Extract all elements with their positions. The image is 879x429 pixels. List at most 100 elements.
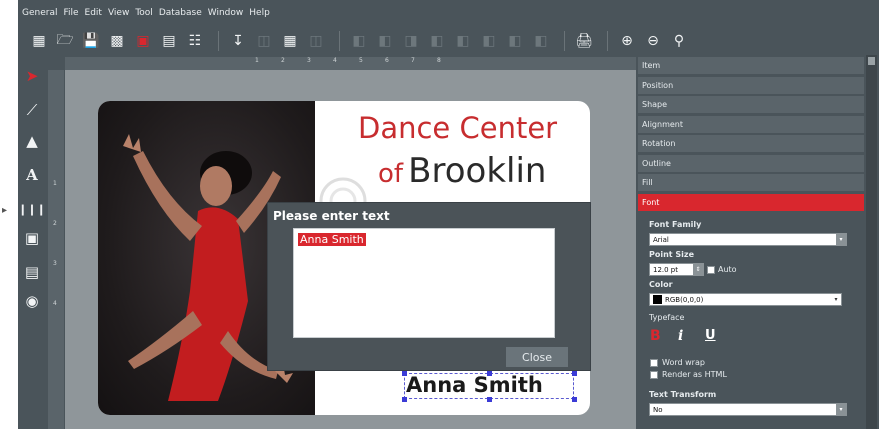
- point-size-value: 12.0 pt: [653, 265, 678, 274]
- ruler-number: 2: [281, 57, 285, 64]
- menu-edit[interactable]: Edit: [85, 8, 102, 18]
- text-transform-select[interactable]: No ▾: [649, 403, 847, 416]
- vertical-ruler: 1 2 3 4: [48, 70, 64, 429]
- card-title-line2[interactable]: of Brooklin: [378, 151, 546, 191]
- close-button[interactable]: Close: [506, 347, 568, 367]
- import-icon[interactable]: ↧: [227, 30, 249, 52]
- toolbar-separator: [607, 31, 608, 51]
- dialog-title: Please enter text: [273, 209, 390, 223]
- shapes-icon[interactable]: ▲: [22, 131, 42, 151]
- typeface-label: Typeface: [649, 313, 685, 322]
- text-transform-label: Text Transform: [649, 390, 717, 399]
- section-outline[interactable]: Outline: [638, 155, 864, 173]
- stepper-icon[interactable]: ⇕: [693, 264, 703, 275]
- left-arrow-icon: ▸: [2, 205, 8, 216]
- menu-bar: General File Edit View Tool Database Win…: [18, 0, 879, 26]
- bold-icon[interactable]: B: [650, 328, 661, 344]
- chevron-down-icon: ▾: [836, 234, 846, 245]
- menu-window[interactable]: Window: [208, 8, 244, 18]
- ruler-number: 4: [333, 57, 337, 64]
- resize-handle[interactable]: [572, 371, 577, 376]
- card-title-line1[interactable]: Dance Center: [358, 111, 557, 145]
- dialog-text-area[interactable]: Anna Smith: [293, 228, 555, 338]
- ruler-number: 5: [359, 57, 363, 64]
- horizontal-ruler: 1 2 3 4 5 6 7 8: [65, 57, 636, 70]
- word-wrap-checkbox[interactable]: [650, 359, 658, 367]
- point-size-field[interactable]: 12.0 pt ⇕: [649, 263, 704, 276]
- color-select[interactable]: RGB(0,0,0) ▾: [649, 293, 842, 306]
- inspector-scrollbar[interactable]: [866, 55, 877, 429]
- ruler-number: 2: [53, 220, 57, 227]
- print-icon[interactable]: 🖨: [573, 30, 595, 52]
- ruler-number: 1: [53, 180, 57, 187]
- save-icon[interactable]: 💾: [80, 30, 102, 52]
- ruler-number: 3: [53, 260, 57, 267]
- preview-icon[interactable]: ▤: [158, 30, 180, 52]
- camera-icon[interactable]: ◉: [22, 291, 42, 311]
- render-html-checkbox[interactable]: [650, 371, 658, 379]
- menu-general[interactable]: General: [22, 8, 57, 18]
- align-icon: ◧: [482, 33, 496, 49]
- word-wrap-label: Word wrap: [662, 358, 705, 367]
- text-transform-value: No: [653, 405, 663, 414]
- ruler-number: 4: [53, 300, 57, 307]
- zoom-out-icon[interactable]: ⊖: [642, 30, 664, 52]
- layout-icon: ◧: [456, 33, 470, 49]
- record-icon[interactable]: ▣: [132, 30, 154, 52]
- ruler-number: 7: [411, 57, 415, 64]
- ruler-number: 3: [307, 57, 311, 64]
- barcode-icon[interactable]: ❙❙❙: [18, 199, 46, 219]
- open-icon[interactable]: 🗁: [54, 30, 76, 52]
- menu-view[interactable]: View: [108, 8, 129, 18]
- properties-icon[interactable]: ☷: [184, 30, 206, 52]
- section-alignment[interactable]: Alignment: [638, 116, 864, 134]
- app-window: General File Edit View Tool Database Win…: [18, 0, 879, 429]
- pointer-icon[interactable]: ➤: [22, 66, 42, 86]
- main-toolbar: ▦ 🗁 💾 ▩ ▣ ▤ ☷ ↧ ◫ ▦ ◫ ◧ ◧ ◨ ◧ ◧ ◧ ◧ ◧ 🖨 …: [18, 27, 879, 55]
- auto-label: Auto: [718, 265, 737, 274]
- qrcode-icon[interactable]: ▣: [22, 228, 42, 248]
- scroll-thumb[interactable]: [868, 57, 875, 65]
- section-font[interactable]: Font: [638, 194, 864, 212]
- ruler-number: 6: [385, 57, 389, 64]
- align-top-icon: ◧: [430, 33, 444, 49]
- resize-handle[interactable]: [572, 397, 577, 402]
- grid-icon[interactable]: ▦: [279, 30, 301, 52]
- ruler-number: 1: [255, 57, 259, 64]
- auto-checkbox[interactable]: [707, 266, 715, 274]
- italic-icon[interactable]: i: [678, 328, 683, 344]
- section-rotation[interactable]: Rotation: [638, 135, 864, 153]
- image-icon[interactable]: ▤: [22, 262, 42, 282]
- chevron-down-icon: ▾: [836, 404, 846, 415]
- align-center-icon: ◧: [378, 33, 392, 49]
- inspector-panel: Item Position Shape Alignment Rotation O…: [638, 55, 879, 429]
- font-family-select[interactable]: Arial ▾: [649, 233, 847, 246]
- resize-handle[interactable]: [487, 397, 492, 402]
- disabled-tool-icon: ◫: [309, 33, 323, 49]
- section-item[interactable]: Item: [638, 57, 864, 75]
- align-right-icon: ◨: [404, 33, 418, 49]
- underline-icon[interactable]: U: [705, 328, 716, 343]
- section-shape[interactable]: Shape: [638, 96, 864, 114]
- font-family-label: Font Family: [649, 220, 702, 229]
- menu-tool[interactable]: Tool: [135, 8, 152, 18]
- section-position[interactable]: Position: [638, 77, 864, 95]
- resize-handle[interactable]: [402, 397, 407, 402]
- chevron-down-icon: ▾: [831, 294, 841, 305]
- card-name-text[interactable]: Anna Smith: [406, 373, 543, 397]
- text-icon[interactable]: A: [22, 165, 42, 185]
- disabled-tool-icon: ◫: [257, 33, 271, 49]
- point-size-label: Point Size: [649, 250, 694, 259]
- save-as-icon[interactable]: ▩: [106, 30, 128, 52]
- menu-help[interactable]: Help: [249, 8, 270, 18]
- color-swatch: [653, 295, 662, 304]
- new-icon[interactable]: ▦: [28, 30, 50, 52]
- zoom-fit-icon[interactable]: ⚲: [668, 30, 690, 52]
- color-value: RGB(0,0,0): [665, 295, 704, 304]
- section-fill[interactable]: Fill: [638, 174, 864, 192]
- menu-file[interactable]: File: [63, 8, 78, 18]
- card-title-prefix: of: [378, 159, 404, 189]
- line-icon[interactable]: ⟋: [22, 100, 42, 120]
- menu-database[interactable]: Database: [159, 8, 202, 18]
- zoom-in-icon[interactable]: ⊕: [616, 30, 638, 52]
